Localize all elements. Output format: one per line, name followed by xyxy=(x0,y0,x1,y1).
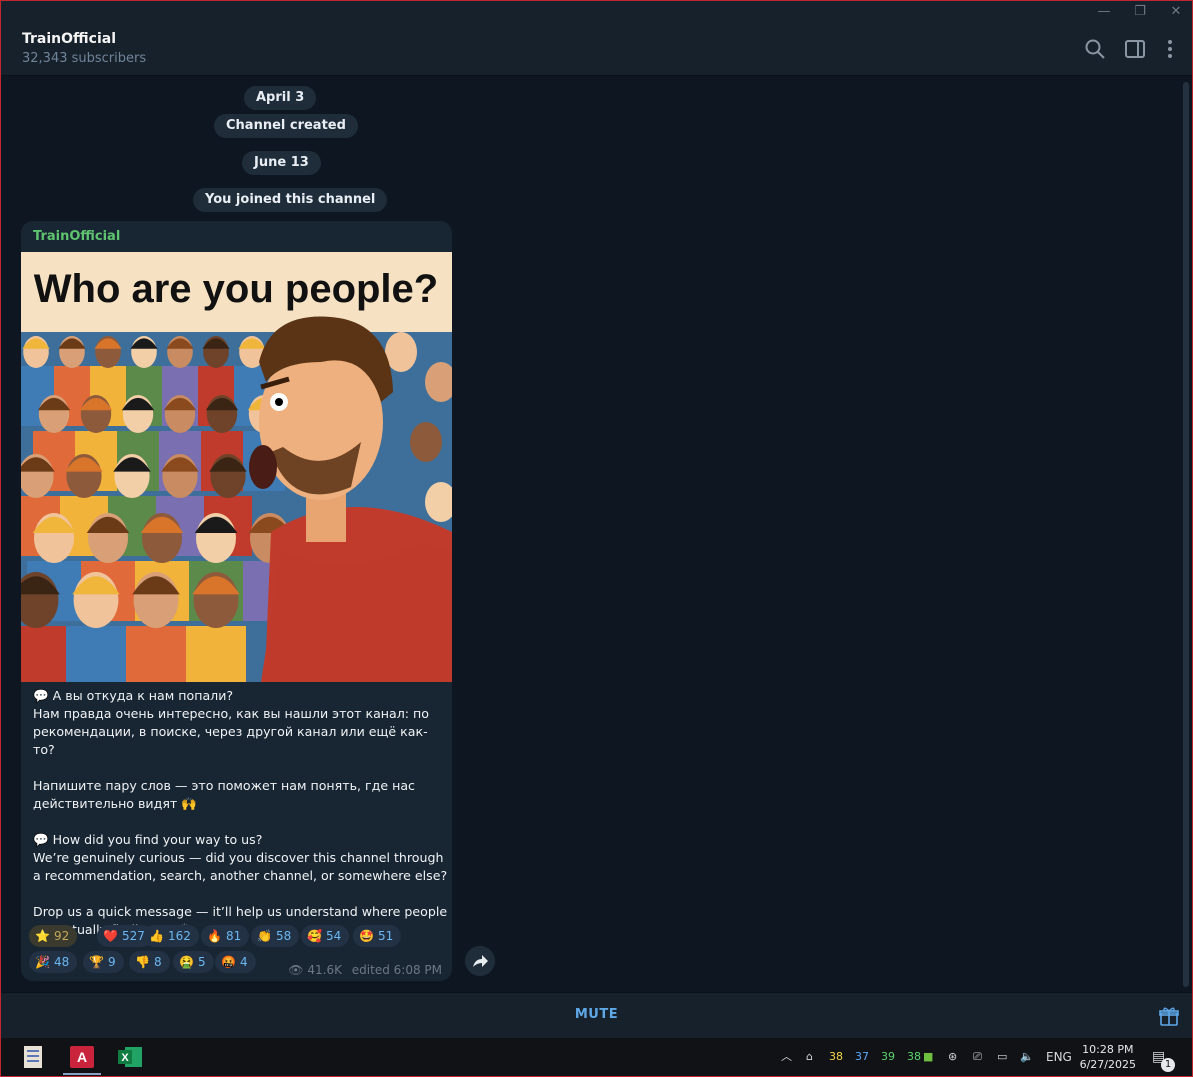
excel-app-icon[interactable]: X xyxy=(115,1042,145,1072)
post-text: 💬 А вы откуда к нам попали? Нам правда о… xyxy=(33,688,448,937)
reaction-count: 92 xyxy=(54,929,70,943)
post-message[interactable]: TrainOfficial Who are you people? 💬 А вы… xyxy=(21,221,452,981)
taskbar: A X ︿ ⌂ 38 37 39 38 ■ ⊛ ⎚ ▭ 🔈 ENG 10:28 PM … xyxy=(1,1038,1192,1076)
temp-value: 37 xyxy=(855,1050,869,1063)
reaction-chip[interactable]: 👍 162 xyxy=(143,925,199,947)
reaction-chip[interactable]: 🏆 9 xyxy=(83,951,124,973)
mute-button[interactable]: MUTE xyxy=(1,1007,1192,1022)
more-icon[interactable] xyxy=(1158,37,1182,61)
clock-time: 10:28 PM xyxy=(1082,1043,1134,1056)
reaction-count: 5 xyxy=(198,955,206,969)
reaction-emoji: 🥰 xyxy=(307,929,322,943)
reaction-count: 162 xyxy=(168,929,191,943)
reaction-chip[interactable]: 🤮 5 xyxy=(173,951,214,973)
sidebar-toggle-icon[interactable] xyxy=(1123,37,1147,61)
chat-header: TrainOfficial 32,343 subscribers xyxy=(1,23,1192,76)
service-message-created: Channel created xyxy=(214,114,358,138)
steam-icon[interactable]: ⊛ xyxy=(948,1038,957,1076)
post-meta: 👁 41.6K edited 6:08 PM xyxy=(288,963,442,977)
reaction-count: 4 xyxy=(240,955,248,969)
date-pill: April 3 xyxy=(244,86,317,110)
active-indicator xyxy=(63,1073,101,1075)
service-message-joined: You joined this channel xyxy=(193,188,388,212)
notepad-app-icon[interactable] xyxy=(19,1042,49,1072)
autocad-app-icon[interactable]: A xyxy=(67,1042,97,1072)
date-pill: June 13 xyxy=(242,151,321,175)
reaction-emoji: 🤬 xyxy=(221,955,236,969)
nvidia-icon[interactable]: ■ xyxy=(923,1038,933,1076)
reaction-chip[interactable]: 🤩 51 xyxy=(353,925,402,947)
edited-time: edited 6:08 PM xyxy=(351,963,442,977)
reaction-count: 9 xyxy=(108,955,116,969)
image-headline: Who are you people? xyxy=(34,267,438,311)
close-button[interactable]: ✕ xyxy=(1161,3,1191,21)
share-icon[interactable] xyxy=(465,946,495,976)
tray-expand-icon[interactable]: ︿ xyxy=(781,1038,792,1076)
reaction-count: 8 xyxy=(154,955,162,969)
reaction-chip[interactable]: 👏 58 xyxy=(251,925,300,947)
reaction-chip[interactable]: 🎉 48 xyxy=(29,951,78,973)
reaction-emoji: 👍 xyxy=(149,929,164,943)
reaction-count: 51 xyxy=(378,929,394,943)
reaction-emoji: ⭐ xyxy=(35,929,50,943)
network-icon[interactable]: ⎚ xyxy=(973,1038,982,1076)
window-titlebar: — ❐ ✕ xyxy=(1,1,1192,23)
svg-text:A: A xyxy=(77,1049,87,1065)
clock[interactable]: 10:28 PM 6/27/2025 xyxy=(1080,1042,1136,1072)
reaction-count: 81 xyxy=(226,929,242,943)
post-image[interactable]: Who are you people? xyxy=(21,252,452,682)
reaction-count: 58 xyxy=(276,929,292,943)
volume-icon[interactable]: 🔈 xyxy=(1020,1038,1034,1076)
svg-text:X: X xyxy=(121,1052,129,1064)
clock-date: 6/27/2025 xyxy=(1079,1058,1136,1071)
reaction-count: 527 xyxy=(122,929,145,943)
reaction-chip[interactable]: 👎 8 xyxy=(129,951,170,973)
reaction-emoji: 👎 xyxy=(135,955,150,969)
gift-icon[interactable] xyxy=(1158,1005,1180,1027)
reaction-emoji: 🎉 xyxy=(35,955,50,969)
channel-title[interactable]: TrainOfficial xyxy=(22,31,116,47)
chat-area: April 3 Channel created June 13 You join… xyxy=(1,76,1192,992)
reaction-emoji: 🤩 xyxy=(359,929,374,943)
tray-app-icon[interactable]: ⌂ xyxy=(806,1038,813,1076)
search-icon[interactable] xyxy=(1083,37,1107,61)
reaction-chip[interactable]: 🔥 81 xyxy=(201,925,250,947)
reaction-chip[interactable]: 🤬 4 xyxy=(215,951,256,973)
notification-badge: 1 xyxy=(1161,1058,1175,1072)
subscriber-count: 32,343 subscribers xyxy=(22,51,147,66)
battery-icon[interactable]: ▭ xyxy=(997,1038,1007,1076)
post-author[interactable]: TrainOfficial xyxy=(33,229,120,244)
reaction-emoji: 🤮 xyxy=(179,955,194,969)
view-count: 41.6K xyxy=(307,963,342,977)
reaction-emoji: 👏 xyxy=(257,929,272,943)
temp-readout: 38 37 39 38 xyxy=(829,1038,933,1076)
reaction-chip[interactable]: ⭐ 92 xyxy=(29,925,78,947)
scrollbar[interactable] xyxy=(1183,82,1189,987)
views-icon: 👁 xyxy=(288,963,304,977)
temp-value: 38 xyxy=(829,1050,843,1063)
temp-value: 39 xyxy=(881,1050,895,1063)
reaction-count: 54 xyxy=(326,929,342,943)
reaction-emoji: 🔥 xyxy=(207,929,222,943)
bottom-bar: MUTE xyxy=(1,992,1192,1038)
minimize-button[interactable]: — xyxy=(1089,3,1119,21)
language-indicator[interactable]: ENG xyxy=(1046,1038,1072,1076)
reaction-count: 48 xyxy=(54,955,70,969)
reaction-emoji: ❤️ xyxy=(103,929,118,943)
reaction-chip[interactable]: 🥰 54 xyxy=(301,925,350,947)
reaction-emoji: 🏆 xyxy=(89,955,104,969)
temp-value: 38 xyxy=(907,1050,921,1063)
restore-button[interactable]: ❐ xyxy=(1125,3,1155,21)
